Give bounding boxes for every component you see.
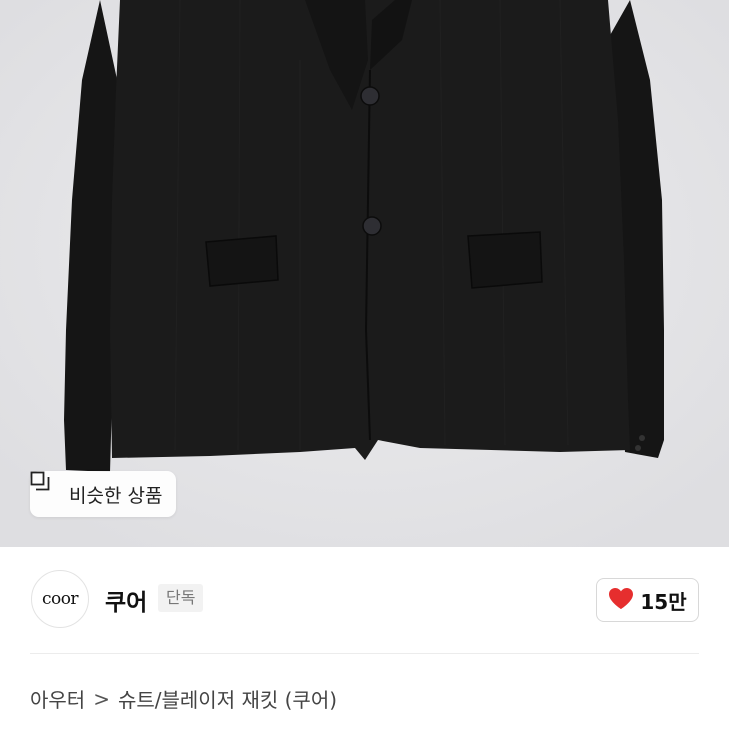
exclusive-badge: 단독 <box>158 584 204 612</box>
breadcrumb-category[interactable]: 아우터 <box>30 684 85 713</box>
brand-name[interactable]: 쿠어 <box>105 583 147 617</box>
similar-items-icon <box>30 471 62 504</box>
similar-products-label: 비슷한 상품 <box>69 484 163 507</box>
breadcrumb: 아우터 > 슈트/블레이저 재킷 (쿠어) <box>30 684 337 713</box>
like-button[interactable]: 15만 <box>596 578 699 622</box>
brand-row: coor 쿠어 단독 15만 <box>0 547 729 653</box>
like-count: 15만 <box>640 589 687 614</box>
black-blazer-photo <box>0 0 729 547</box>
similar-products-button[interactable]: 비슷한 상품 <box>30 471 177 517</box>
product-image[interactable]: 비슷한 상품 <box>0 0 729 547</box>
brand-logo[interactable]: coor <box>31 570 89 628</box>
heart-icon <box>608 587 634 614</box>
breadcrumb-subcategory[interactable]: 슈트/블레이저 재킷 (쿠어) <box>118 684 337 713</box>
breadcrumb-separator: > <box>93 686 110 711</box>
brand-logo-text: coor <box>41 589 79 609</box>
divider <box>30 653 699 654</box>
